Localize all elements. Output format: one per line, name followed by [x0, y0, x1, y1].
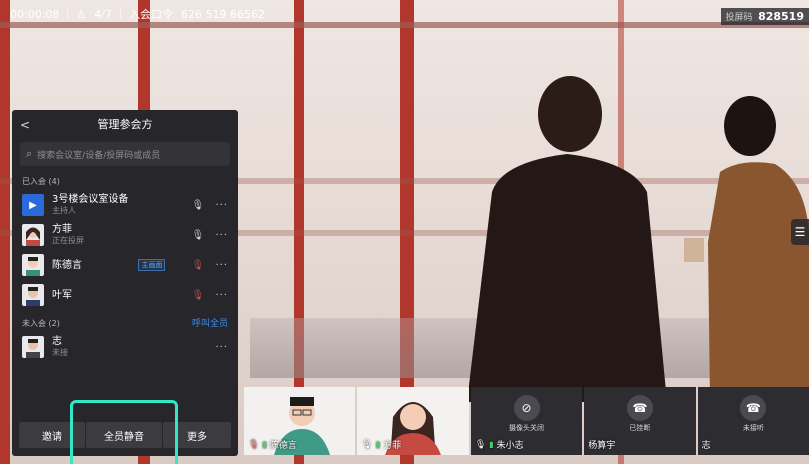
- share-code: 828519: [758, 10, 804, 23]
- man-silhouette: [467, 76, 667, 402]
- thumbnail-tile[interactable]: ☎ 已挂断 杨算宇: [584, 387, 696, 455]
- meeting-timer: 00:00:08: [10, 7, 60, 21]
- more-options-icon[interactable]: ···: [215, 260, 228, 271]
- camera-off-icon: ⊘: [513, 395, 540, 421]
- search-placeholder: 搜索会议室/设备/投屏码或成员: [37, 150, 161, 161]
- more-options-icon[interactable]: ···: [215, 290, 228, 301]
- joined-section-title: 已入会 (4): [22, 177, 60, 186]
- thumbnail-tile[interactable]: ☎ 未接听 志: [697, 387, 809, 455]
- mute-all-highlight: [70, 400, 178, 464]
- thumbnail-tile[interactable]: 🎙 ▮ 陈德言: [244, 387, 356, 455]
- tile-status: 摄像头关闭: [509, 424, 545, 432]
- window-rail-top: [0, 22, 809, 28]
- join-code: 626 519 66562: [180, 7, 265, 21]
- participant-name: 陈德言: [52, 259, 82, 271]
- join-code-label: 入会口令: [128, 8, 173, 21]
- participant-row[interactable]: 方菲 正在投屏 🎙 ···: [12, 220, 238, 250]
- participant-name: 志: [52, 336, 62, 347]
- participant-name: 叶军: [52, 289, 72, 301]
- divider: [119, 9, 121, 19]
- participant-row[interactable]: 志 未接 ···: [12, 332, 238, 362]
- thumbnail-tile[interactable]: ⊘ 摄像头关闭 🎙 ▮ 朱小志: [470, 387, 583, 455]
- main-view-badge: 主画面: [138, 259, 166, 271]
- avatar: [22, 254, 44, 276]
- mic-icon: 🎙: [474, 439, 487, 450]
- not-joined-section: 未入会 (2) 呼叫全员: [12, 316, 238, 332]
- share-code-badge: 投屏码 828519: [720, 8, 809, 25]
- thumbnail-label: 杨算宇: [588, 438, 615, 451]
- more-options-icon[interactable]: ···: [215, 200, 228, 211]
- mic-icon: 🎙: [361, 439, 373, 450]
- participant-name: 志: [701, 441, 711, 451]
- menu-icon[interactable]: ☰: [791, 219, 809, 245]
- participant-icon: ♙: [76, 7, 87, 21]
- participant-row[interactable]: ▶ 3号楼会议室设备 主持人 🎙 ···: [12, 190, 238, 220]
- mic-muted-icon[interactable]: 🎙: [191, 290, 204, 301]
- thumbnail-label: 🎙 ▮ 方菲: [361, 438, 402, 452]
- search-icon: ⌕: [26, 147, 33, 160]
- room-device-avatar: ▶: [22, 194, 44, 216]
- participant-row[interactable]: 叶军 🎙 ···: [12, 280, 238, 310]
- thumbnail-label: 🎙 ▮ 陈德言: [248, 438, 297, 452]
- phone-icon: ☎: [740, 395, 767, 421]
- more-options-icon[interactable]: ···: [215, 230, 228, 241]
- mic-icon[interactable]: 🎙: [191, 230, 204, 241]
- tile-status: 已挂断: [629, 424, 651, 432]
- signal-icon: ▮: [489, 440, 494, 449]
- participant-status: 正在投屏: [52, 236, 84, 245]
- panel-title: 管理参会方: [97, 118, 153, 131]
- phone-icon: ☎: [626, 395, 653, 421]
- participant-name: 方菲: [52, 224, 72, 235]
- mic-muted-icon: 🎙: [248, 439, 260, 450]
- signal-icon: ▮: [375, 440, 381, 449]
- call-all-button[interactable]: 呼叫全员: [192, 316, 228, 332]
- participant-name: 陈德言: [269, 441, 297, 451]
- thumbnail-tile[interactable]: 🎙 ▮ 方菲: [357, 387, 469, 455]
- participant-name: 朱小志: [496, 441, 524, 451]
- tile-status: 未接听: [742, 424, 764, 432]
- panel-header: < 管理参会方: [12, 110, 238, 140]
- more-options-icon[interactable]: ···: [215, 342, 228, 353]
- share-code-label: 投屏码: [725, 13, 753, 23]
- participant-count: 4/7: [94, 7, 112, 21]
- mic-muted-icon[interactable]: 🎙: [191, 260, 204, 271]
- divider: [67, 9, 69, 19]
- back-button[interactable]: <: [20, 110, 30, 140]
- participant-status: 未接: [52, 348, 68, 357]
- thumbnail-label: 志: [702, 438, 711, 451]
- avatar: [22, 336, 44, 358]
- participant-name: 方菲: [383, 441, 402, 451]
- avatar: [22, 224, 44, 246]
- meeting-info-bar: 00:00:08 ♙ 4/7 入会口令 626 519 66562: [10, 6, 265, 22]
- signal-icon: ▮: [262, 440, 267, 449]
- woman-silhouette: [684, 96, 809, 402]
- participant-row[interactable]: 陈德言 主画面 🎙 ···: [12, 250, 238, 280]
- participant-name: 3号楼会议室设备: [52, 194, 129, 205]
- participant-name: 杨算宇: [588, 441, 616, 451]
- thumbnail-label: 🎙 ▮ 朱小志: [474, 438, 524, 452]
- participant-thumbnails: 🎙 ▮ 陈德言 🎙 ▮ 方菲 ⊘ 摄像头关闭 🎙 ▮ 朱小志 ☎ 已挂断 杨算宇…: [244, 387, 809, 455]
- mic-icon[interactable]: 🎙: [191, 200, 204, 211]
- avatar: [22, 284, 44, 306]
- participant-role: 主持人: [52, 206, 76, 215]
- search-input[interactable]: ⌕ 搜索会议室/设备/投屏码或成员: [20, 142, 230, 166]
